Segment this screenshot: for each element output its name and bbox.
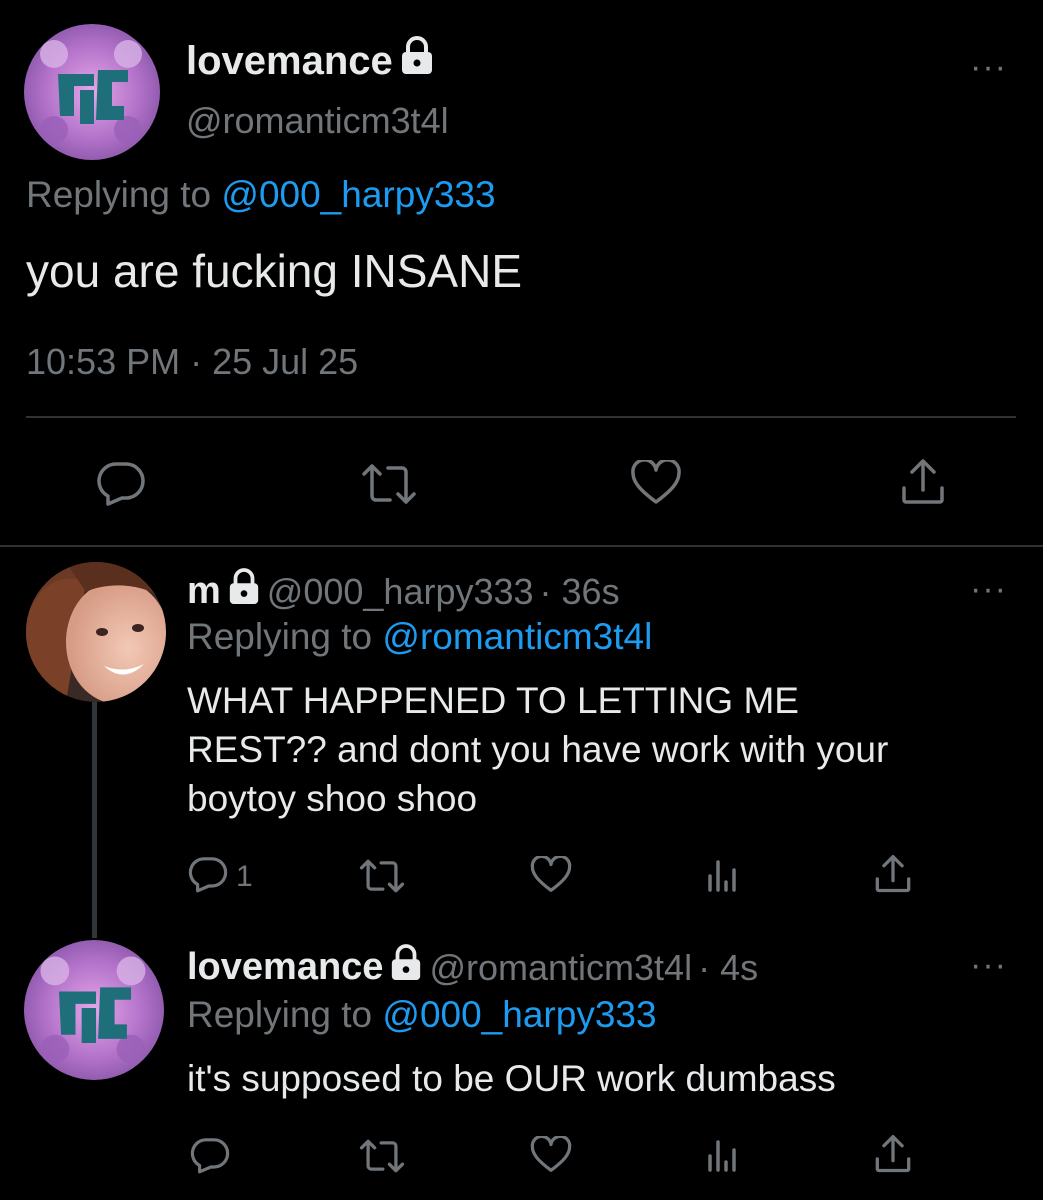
divider (0, 545, 1043, 547)
more-options-icon[interactable]: ··· (970, 50, 1007, 84)
more-options-icon[interactable]: ··· (970, 948, 1007, 982)
avatar[interactable] (24, 940, 164, 1080)
display-name[interactable]: m (187, 570, 221, 613)
reply-icon[interactable] (190, 1136, 230, 1179)
tweet-text-line: WHAT HAPPENED TO LETTING ME (187, 680, 799, 721)
handle[interactable]: @romanticm3t4l (429, 947, 692, 989)
tweet-text: WHAT HAPPENED TO LETTING ME REST?? and d… (187, 676, 888, 823)
tweet-text: it's supposed to be OUR work dumbass (187, 1058, 836, 1099)
share-icon[interactable] (900, 458, 946, 511)
reply-icon[interactable] (96, 460, 146, 511)
retweet-icon[interactable] (358, 858, 406, 899)
lock-icon (399, 36, 435, 86)
display-name[interactable]: lovemance (187, 946, 383, 989)
thread-line (92, 702, 97, 938)
share-icon[interactable] (874, 1134, 912, 1179)
timestamp[interactable]: 10:53 PM · 25 Jul 25 (26, 341, 358, 383)
replying-to-link[interactable]: @romanticm3t4l (382, 616, 652, 657)
avatar[interactable] (24, 24, 160, 160)
handle[interactable]: @romanticm3t4l (186, 100, 449, 142)
like-icon[interactable] (530, 1134, 572, 1179)
replying-to-link[interactable]: @000_harpy333 (382, 994, 656, 1035)
reply-header: m @000_harpy333 · 36s (187, 568, 620, 615)
reply-icon (188, 855, 228, 898)
lock-icon (227, 568, 261, 615)
relative-time[interactable]: · 4s (698, 947, 758, 989)
lock-icon (389, 944, 423, 991)
tweet-text-line: REST?? and dont you have work with your (187, 729, 889, 770)
relative-time[interactable]: · 36s (540, 571, 620, 613)
replying-to: Replying to @000_harpy333 (26, 174, 496, 216)
like-icon[interactable] (630, 458, 682, 511)
like-icon[interactable] (530, 854, 572, 899)
more-options-icon[interactable]: ··· (970, 572, 1007, 606)
replying-label: Replying to (187, 616, 373, 657)
tweet-text-line: boytoy shoo shoo (187, 778, 478, 819)
share-icon[interactable] (874, 854, 912, 899)
avatar[interactable] (26, 562, 166, 702)
display-name[interactable]: lovemance (186, 36, 435, 86)
reply-count: 1 (236, 859, 253, 893)
replying-to-link[interactable]: @000_harpy333 (221, 174, 495, 215)
replying-to: Replying to @000_harpy333 (187, 994, 657, 1036)
views-icon[interactable] (706, 1136, 742, 1177)
replying-to: Replying to @romanticm3t4l (187, 616, 652, 658)
reply-button[interactable]: 1 (188, 855, 253, 898)
retweet-icon[interactable] (360, 462, 418, 511)
replying-label: Replying to (187, 994, 373, 1035)
views-icon[interactable] (706, 856, 742, 897)
divider (26, 416, 1016, 418)
retweet-icon[interactable] (358, 1138, 406, 1179)
display-name-text[interactable]: lovemance (186, 39, 393, 84)
reply-header: lovemance @romanticm3t4l · 4s (187, 944, 758, 991)
tweet-text: you are fucking INSANE (26, 245, 523, 297)
replying-label: Replying to (26, 174, 212, 215)
handle[interactable]: @000_harpy333 (267, 571, 534, 613)
